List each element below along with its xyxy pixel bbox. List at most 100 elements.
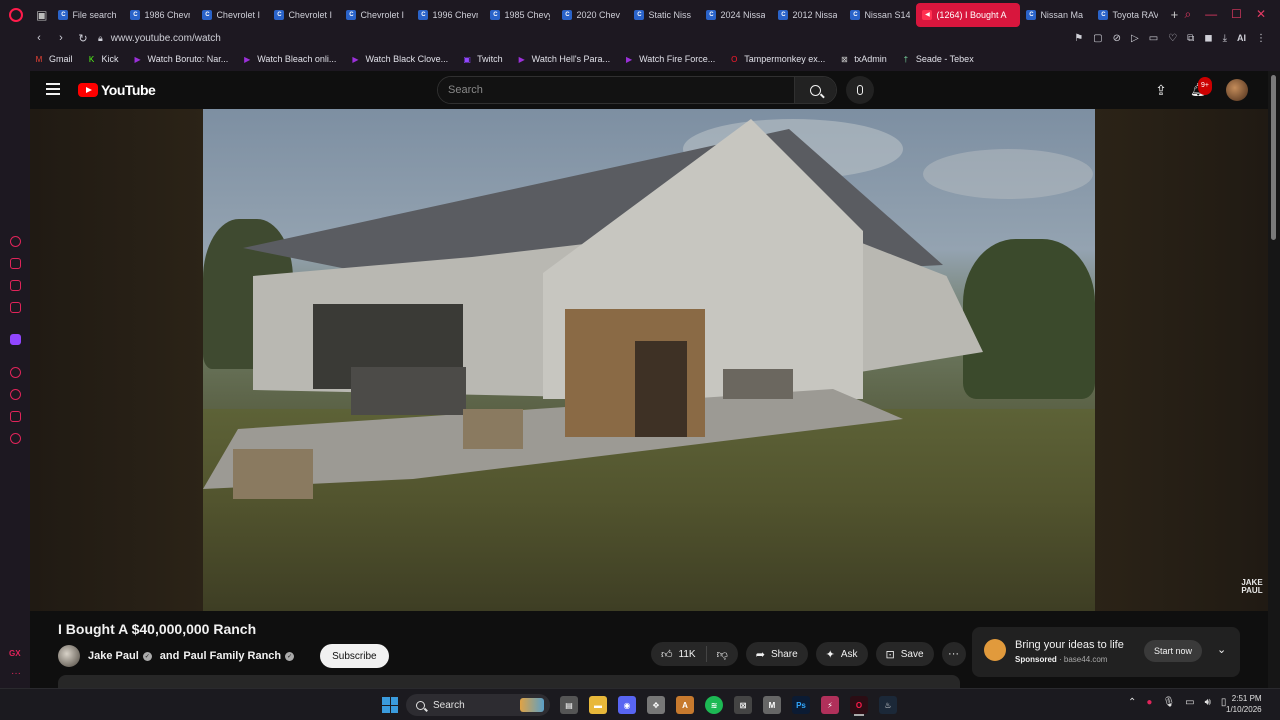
opera-gx-taskbar-icon[interactable]: O [850, 696, 868, 714]
adblock-icon[interactable]: ⊘ [1113, 33, 1121, 44]
new-tab-button[interactable]: + [1164, 7, 1184, 22]
bookmark-tampermonkey[interactable]: O Tampermonkey ex... [729, 54, 825, 64]
browser-tab[interactable]: C Nissan Ma [1020, 3, 1092, 27]
bookmark-kick[interactable]: K Kick [87, 54, 119, 64]
file-explorer-icon[interactable]: ▬ [589, 696, 607, 714]
bookmark-fire-force[interactable]: ▶ Watch Fire Force... [624, 54, 715, 64]
tray-app-icon[interactable]: ● [1146, 697, 1152, 708]
browser-tab[interactable]: C 1985 Chevy [484, 3, 556, 27]
video-frame[interactable] [203, 109, 1095, 611]
sidebar-more-icon[interactable]: ··· [11, 668, 21, 679]
browser-tab[interactable]: C 1986 Chevr [124, 3, 196, 27]
messenger-icon[interactable] [10, 302, 21, 313]
maximize-icon[interactable]: ☐ [1231, 7, 1242, 22]
browser-tab[interactable]: C Nissan S14 [844, 3, 916, 27]
twitter-icon[interactable] [10, 280, 21, 291]
search-button[interactable] [794, 77, 836, 103]
browser-tab-active[interactable]: ◀ (1264) I Bought A [916, 2, 1021, 27]
minimize-icon[interactable]: — [1205, 7, 1217, 22]
like-button[interactable]: 👍︎ 11K [651, 646, 707, 662]
bookmark-black-clover[interactable]: ▶ Watch Black Clove... [350, 54, 448, 64]
description-box[interactable] [58, 675, 960, 688]
browser-tab[interactable]: C Static Niss [628, 3, 700, 27]
bookmark-hells-paradise[interactable]: ▶ Watch Hell's Para... [517, 54, 611, 64]
save-button[interactable]: ⊡ Save [875, 642, 934, 666]
app-icon[interactable]: ⊠ [734, 696, 752, 714]
twitch-sidebar-icon[interactable] [10, 334, 21, 345]
guide-menu-icon[interactable] [46, 83, 60, 95]
extensions-icon[interactable]: ⧉ [1187, 33, 1194, 44]
discord-icon[interactable]: ◉ [618, 696, 636, 714]
url-field[interactable]: www.youtube.com/watch [111, 33, 221, 44]
app-icon[interactable]: A [676, 696, 694, 714]
channel-name[interactable]: Jake Paul ✓ [88, 650, 152, 662]
sponsored-ad-card[interactable]: Bring your ideas to life Sponsored · bas… [972, 627, 1240, 677]
video-player[interactable]: JAKE PAUL [30, 109, 1268, 611]
speaker-icon[interactable]: ◀ [922, 9, 933, 20]
chevron-down-icon[interactable]: ⌄ [1217, 643, 1226, 656]
browser-tab[interactable]: C Chevrolet I [196, 3, 268, 27]
channel-avatar[interactable] [58, 645, 80, 667]
more-actions-button[interactable]: ··· [941, 642, 966, 666]
extensions-sidebar-icon[interactable] [10, 411, 21, 422]
ad-cta-button[interactable]: Start now [1144, 640, 1203, 662]
back-icon[interactable]: ‹ [34, 32, 44, 45]
forward-icon[interactable]: › [56, 32, 66, 45]
windows-start-icon[interactable] [382, 697, 398, 713]
gx-icon[interactable]: GX [9, 649, 21, 658]
opera-logo-icon[interactable] [0, 0, 31, 29]
bookmark-icon[interactable]: ⚑ [1074, 33, 1083, 44]
profile-icon[interactable]: ◼ [1204, 33, 1212, 44]
youtube-logo[interactable]: YouTube [78, 82, 156, 98]
browser-tab[interactable]: C 1996 Chevr [412, 3, 484, 27]
pinboard-icon[interactable] [10, 258, 21, 269]
browser-tab[interactable]: C Toyota RAV [1092, 3, 1164, 27]
steam-icon[interactable]: ♨ [879, 696, 897, 714]
share-button[interactable]: ➦ Share [745, 642, 808, 666]
photoshop-icon[interactable]: Ps [792, 696, 810, 714]
search-tabs-icon[interactable]: ⌕ [1184, 7, 1191, 22]
notifications-button[interactable]: 🔔︎ 9+ [1190, 77, 1212, 98]
browser-tab[interactable]: C File search [52, 3, 124, 27]
tab-overview-icon[interactable]: ▣ [31, 8, 52, 22]
task-view-icon[interactable]: ▤ [560, 696, 578, 714]
microphone-icon[interactable]: 🎙︎ [1162, 697, 1175, 708]
browser-tab[interactable]: C 2012 Nissa [772, 3, 844, 27]
settings-icon[interactable] [10, 433, 21, 444]
ask-button[interactable]: ✦ Ask [815, 642, 868, 666]
channel-watermark[interactable]: JAKE PAUL [1236, 579, 1268, 595]
reload-icon[interactable]: ↻ [78, 32, 88, 45]
display-icon[interactable]: ▭ [1185, 697, 1194, 708]
download-icon[interactable]: ⤓ [1223, 33, 1227, 44]
browser-tab[interactable]: C 2024 Nissa [700, 3, 772, 27]
dislike-button[interactable]: 👎︎ [707, 648, 738, 661]
browser-tab[interactable]: C Chevrolet I [340, 3, 412, 27]
taskbar-search[interactable]: Search [406, 694, 550, 716]
app-icon[interactable]: M [763, 696, 781, 714]
account-avatar[interactable] [1226, 79, 1248, 101]
app-icon[interactable]: ⚡ [821, 696, 839, 714]
spotify-icon[interactable]: ≋ [705, 696, 723, 714]
player-sidebar-icon[interactable] [10, 367, 21, 378]
voice-search-button[interactable] [846, 76, 874, 104]
volume-icon[interactable]: 🔊︎ [1205, 697, 1211, 708]
bookmark-txadmin[interactable]: ⊠ txAdmin [839, 54, 887, 64]
bookmark-twitch[interactable]: ▣ Twitch [462, 54, 502, 64]
ai-button[interactable]: AI [1237, 33, 1246, 43]
browser-tab[interactable]: C Chevrolet I [268, 3, 340, 27]
bookmark-tebex[interactable]: † Seade - Tebex [901, 54, 974, 64]
collab-channel[interactable]: and Paul Family Ranch ✓ [160, 650, 295, 662]
chevron-up-icon[interactable]: ⌃ [1128, 697, 1136, 708]
lock-icon[interactable]: 🔒︎ [98, 33, 103, 44]
app-icon[interactable]: ✥ [647, 696, 665, 714]
subscribe-button[interactable]: Subscribe [320, 644, 389, 668]
wallet-icon[interactable]: ▭ [1149, 33, 1158, 44]
page-scrollbar[interactable] [1268, 71, 1280, 688]
browser-tab[interactable]: C 2020 Chev [556, 3, 628, 27]
menu-icon[interactable]: ⋮ [1256, 33, 1266, 44]
scrollbar-thumb[interactable] [1271, 75, 1276, 240]
history-icon[interactable] [10, 389, 21, 400]
close-icon[interactable]: ✕ [1256, 7, 1266, 22]
snapshot-icon[interactable]: ▢ [1093, 33, 1102, 44]
heart-icon[interactable]: ♡ [1168, 33, 1177, 44]
